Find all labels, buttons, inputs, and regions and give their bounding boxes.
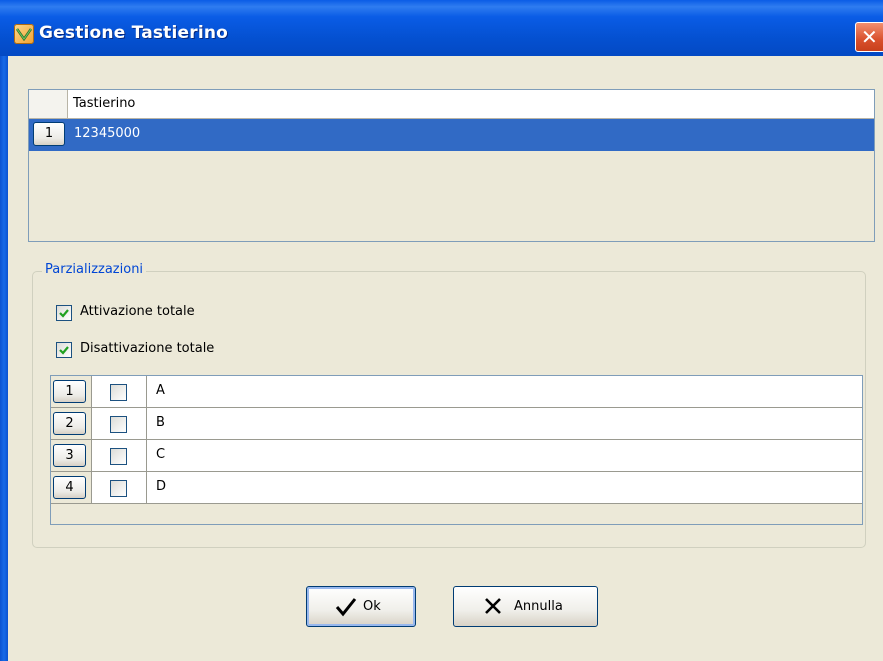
table-row[interactable]: 2 B xyxy=(51,408,862,440)
partition-checkbox[interactable] xyxy=(110,384,127,401)
keypad-app-icon xyxy=(14,24,34,44)
partition-checkbox[interactable] xyxy=(110,448,127,465)
table-row[interactable]: 1 12345000 xyxy=(29,119,874,151)
x-icon xyxy=(485,598,501,614)
close-icon: ✕ xyxy=(861,25,878,49)
row-number-button[interactable]: 1 xyxy=(33,122,65,146)
window-frame-left xyxy=(0,56,8,661)
cancel-button[interactable]: Annulla xyxy=(453,586,598,627)
cancel-button-label: Annulla xyxy=(514,599,563,614)
header-corner xyxy=(29,90,68,118)
checkmark-icon xyxy=(59,309,69,318)
total-activation-checkbox[interactable] xyxy=(56,305,72,321)
partition-name-cell[interactable]: B xyxy=(147,408,862,439)
gestione-tastierino-dialog: Gestione Tastierino ✕ Tastierino 1 12345… xyxy=(0,0,883,661)
total-deactivation-label: Disattivazione totale xyxy=(80,341,215,356)
checkbox-cell[interactable] xyxy=(91,408,147,439)
partition-checkbox[interactable] xyxy=(110,480,127,497)
window-title: Gestione Tastierino xyxy=(39,23,229,43)
partition-name-cell[interactable]: D xyxy=(147,472,862,503)
partition-name: B xyxy=(156,415,165,430)
table-row[interactable]: 3 C xyxy=(51,440,862,472)
partition-name: A xyxy=(156,383,165,398)
table-row[interactable]: 4 D xyxy=(51,472,862,504)
column-header-tastierino[interactable]: Tastierino xyxy=(73,96,135,111)
total-deactivation-checkbox[interactable] xyxy=(56,342,72,358)
partition-name: C xyxy=(156,447,166,462)
close-button[interactable]: ✕ xyxy=(855,22,883,52)
row-number-button[interactable]: 2 xyxy=(53,412,86,435)
checkbox-cell[interactable] xyxy=(91,376,147,407)
ok-button[interactable]: Ok xyxy=(306,586,416,627)
partitions-table[interactable]: 1 A 2 B 3 C 4 D xyxy=(50,375,863,525)
row-number-button[interactable]: 1 xyxy=(53,380,86,403)
ok-button-label: Ok xyxy=(363,599,381,614)
table-header: Tastierino xyxy=(29,90,874,119)
checkbox-cell[interactable] xyxy=(91,472,147,503)
partition-checkbox[interactable] xyxy=(110,416,127,433)
keypad-code-cell[interactable]: 12345000 xyxy=(74,126,140,141)
partitions-legend: Parzializzazioni xyxy=(42,262,147,277)
row-number-button[interactable]: 4 xyxy=(53,476,86,499)
total-activation-label: Attivazione totale xyxy=(80,304,195,319)
keypad-table[interactable]: Tastierino 1 12345000 xyxy=(28,89,875,242)
checkmark-icon xyxy=(335,598,357,617)
table-row[interactable]: 1 A xyxy=(51,376,862,408)
checkmark-icon xyxy=(59,346,69,355)
partition-name: D xyxy=(156,479,167,494)
partition-name-cell[interactable]: A xyxy=(147,376,862,407)
partition-name-cell[interactable]: C xyxy=(147,440,862,471)
title-bar[interactable]: Gestione Tastierino ✕ xyxy=(0,0,883,56)
row-number-button[interactable]: 3 xyxy=(53,444,86,467)
checkbox-cell[interactable] xyxy=(91,440,147,471)
